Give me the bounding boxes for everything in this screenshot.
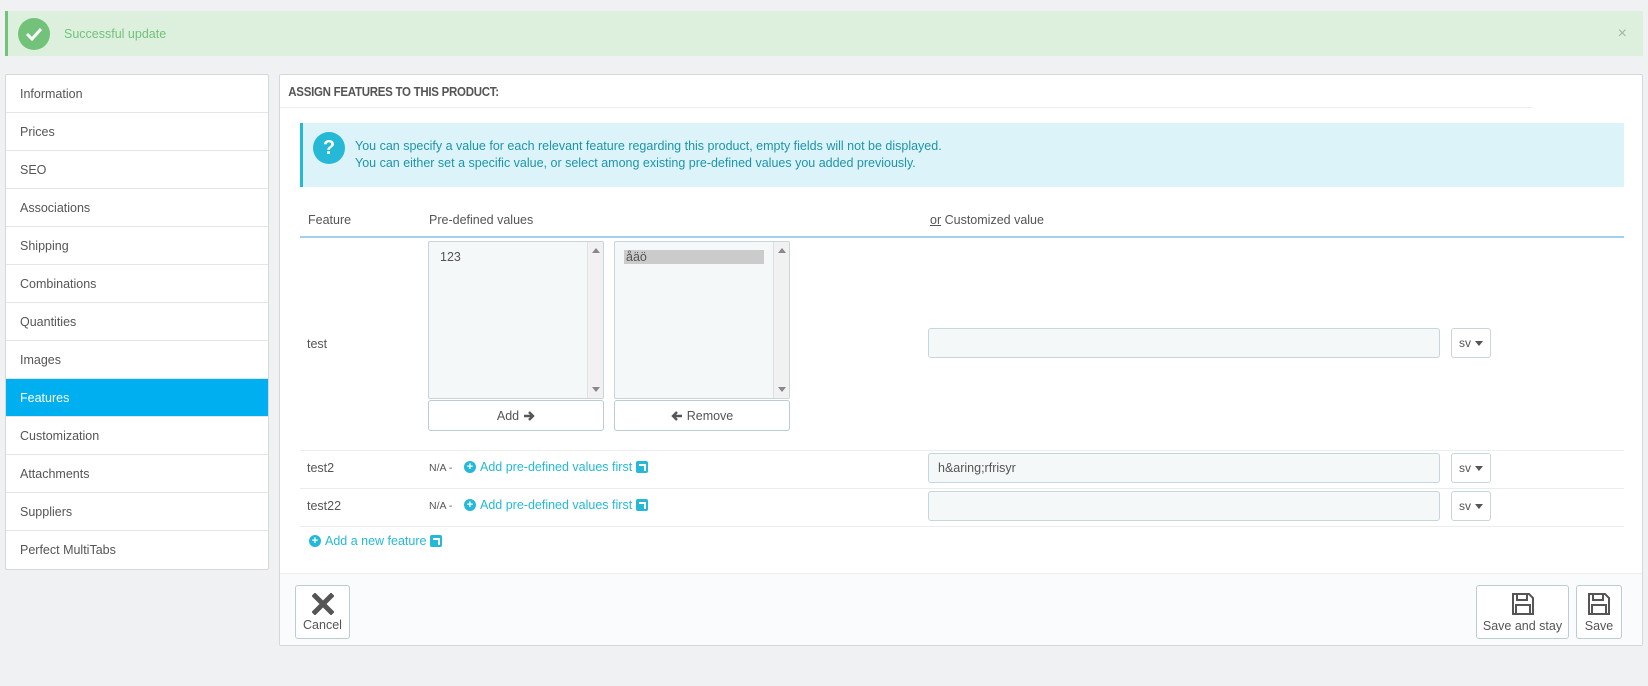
notification-message: Successful update xyxy=(64,26,167,41)
scroll-up-icon[interactable] xyxy=(592,248,600,253)
sidebar-item-information[interactable]: Information xyxy=(6,75,268,113)
row-divider xyxy=(300,450,1624,451)
custom-value-input-test[interactable] xyxy=(928,328,1440,358)
check-icon xyxy=(18,17,50,50)
question-icon: ? xyxy=(313,132,345,164)
row-divider xyxy=(300,526,1624,527)
language-code: sv xyxy=(1459,499,1471,513)
language-code: sv xyxy=(1459,461,1471,475)
caret-down-icon xyxy=(1475,465,1483,471)
arrow-right-icon xyxy=(524,410,535,421)
na-label: N/A - xyxy=(429,500,453,512)
column-header-customized: or Customized value xyxy=(930,213,1044,227)
cancel-button[interactable]: Cancel xyxy=(295,585,350,639)
save-label: Save xyxy=(1584,618,1614,633)
remove-value-label: Remove xyxy=(686,408,734,423)
external-link-icon xyxy=(636,461,649,473)
product-tabs-sidebar: Information Prices SEO Associations Ship… xyxy=(5,74,269,570)
custom-value-input-test2[interactable] xyxy=(928,453,1440,483)
close-icon xyxy=(311,592,334,615)
row-divider xyxy=(300,488,1624,489)
sidebar-item-perfect-multitabs[interactable]: Perfect MultiTabs xyxy=(6,531,268,569)
caret-down-icon xyxy=(1475,340,1483,346)
plus-circle-icon: + xyxy=(464,499,476,511)
add-new-feature-link[interactable]: + Add a new feature xyxy=(309,534,443,548)
available-value-option[interactable]: 123 xyxy=(438,250,463,264)
save-and-stay-label: Save and stay xyxy=(1482,618,1563,633)
language-dropdown[interactable]: sv xyxy=(1451,328,1491,358)
add-new-feature-label: Add a new feature xyxy=(325,534,427,548)
add-predefined-values-link[interactable]: + Add pre-defined values first xyxy=(464,460,649,474)
plus-circle-icon: + xyxy=(309,535,321,547)
scrollbar[interactable] xyxy=(773,242,789,398)
available-values-list[interactable]: 123 xyxy=(428,241,604,399)
column-header-predefined: Pre-defined values xyxy=(429,213,534,227)
info-line-1: You can specify a value for each relevan… xyxy=(355,139,942,153)
sidebar-item-prices[interactable]: Prices xyxy=(6,113,268,151)
feature-name-test: test xyxy=(307,337,328,351)
info-alert: ? You can specify a value for each relev… xyxy=(300,123,1624,187)
sidebar-item-seo[interactable]: SEO xyxy=(6,151,268,189)
sidebar-item-suppliers[interactable]: Suppliers xyxy=(6,493,268,531)
add-value-button[interactable]: Add xyxy=(428,400,604,431)
save-button[interactable]: Save xyxy=(1576,585,1622,639)
info-line-2: You can either set a specific value, or … xyxy=(355,156,916,170)
column-header-customized-label: Customized value xyxy=(944,213,1044,227)
remove-value-button[interactable]: Remove xyxy=(614,400,790,431)
scroll-down-icon[interactable] xyxy=(592,387,600,392)
panel-footer: Cancel Save and stay Save xyxy=(280,573,1642,645)
save-icon xyxy=(1511,592,1534,615)
add-predefined-values-link[interactable]: + Add pre-defined values first xyxy=(464,498,649,512)
caret-down-icon xyxy=(1475,503,1483,509)
save-and-stay-button[interactable]: Save and stay xyxy=(1476,585,1569,639)
arrow-left-icon xyxy=(671,410,682,421)
custom-value-input-test22[interactable] xyxy=(928,491,1440,521)
scroll-up-icon[interactable] xyxy=(778,248,786,253)
scroll-down-icon[interactable] xyxy=(778,387,786,392)
table-header-divider xyxy=(300,236,1624,238)
language-dropdown[interactable]: sv xyxy=(1451,453,1491,483)
sidebar-item-quantities[interactable]: Quantities xyxy=(6,303,268,341)
feature-name-test2: test2 xyxy=(307,461,335,475)
add-predefined-values-label: Add pre-defined values first xyxy=(480,498,633,512)
sidebar-item-customization[interactable]: Customization xyxy=(6,417,268,455)
external-link-icon xyxy=(636,499,649,511)
column-header-or: or xyxy=(930,213,942,227)
sidebar-item-features[interactable]: Features xyxy=(6,379,268,417)
add-value-label: Add xyxy=(496,408,520,423)
plus-circle-icon: + xyxy=(464,461,476,473)
sidebar-item-attachments[interactable]: Attachments xyxy=(6,455,268,493)
sidebar-item-associations[interactable]: Associations xyxy=(6,189,268,227)
sidebar-item-combinations[interactable]: Combinations xyxy=(6,265,268,303)
features-panel: ASSIGN FEATURES TO THIS PRODUCT: ? You c… xyxy=(279,74,1643,646)
na-label: N/A - xyxy=(429,462,453,474)
cancel-label: Cancel xyxy=(303,617,342,632)
language-dropdown[interactable]: sv xyxy=(1451,491,1491,521)
sidebar-item-shipping[interactable]: Shipping xyxy=(6,227,268,265)
add-predefined-values-label: Add pre-defined values first xyxy=(480,460,633,474)
close-icon[interactable]: × xyxy=(1618,25,1627,43)
panel-title: ASSIGN FEATURES TO THIS PRODUCT: xyxy=(280,75,1534,108)
external-link-icon xyxy=(430,535,443,547)
sidebar-item-images[interactable]: Images xyxy=(6,341,268,379)
save-icon xyxy=(1588,592,1610,615)
scrollbar[interactable] xyxy=(587,242,603,398)
success-notification: Successful update × xyxy=(5,11,1643,56)
language-code: sv xyxy=(1459,336,1471,350)
selected-values-list[interactable]: åäö xyxy=(614,241,790,399)
selected-value-option[interactable]: åäö xyxy=(624,250,764,264)
column-header-feature: Feature xyxy=(308,213,352,227)
feature-name-test22: test22 xyxy=(307,499,342,513)
